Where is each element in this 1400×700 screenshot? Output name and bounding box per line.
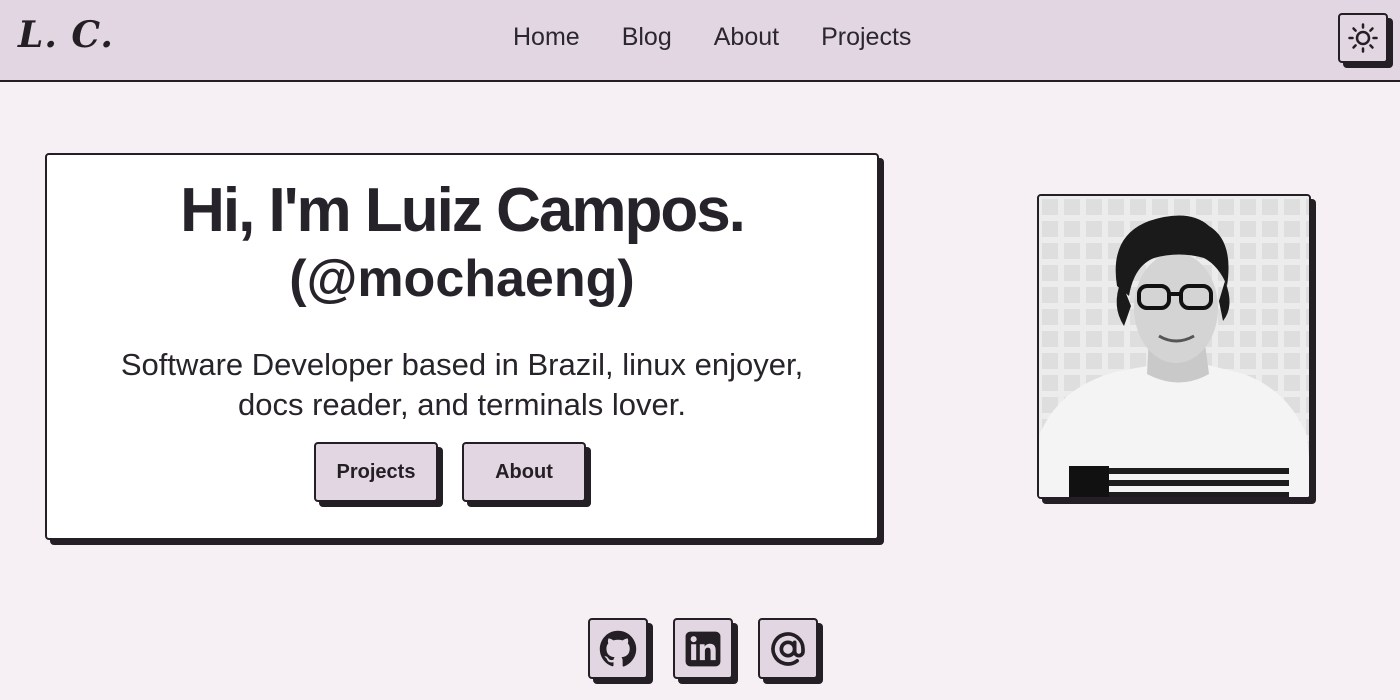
nav-projects[interactable]: Projects: [800, 22, 932, 52]
sun-icon: [1348, 23, 1378, 53]
hero-buttons: Projects About: [47, 442, 877, 502]
main-nav: Home Blog About Projects: [492, 22, 932, 52]
hero-card: Hi, I'm Luiz Campos. (@mochaeng) Softwar…: [45, 153, 879, 540]
site-logo[interactable]: L. C.: [18, 14, 114, 56]
github-link[interactable]: [588, 618, 648, 679]
nav-about[interactable]: About: [693, 22, 800, 52]
hero-handle: (@mochaeng): [289, 250, 635, 308]
hero-title: Hi, I'm Luiz Campos.: [180, 176, 746, 245]
nav-blog[interactable]: Blog: [601, 22, 693, 52]
about-button[interactable]: About: [462, 442, 586, 502]
email-link[interactable]: [758, 618, 818, 679]
profile-photo: [1037, 194, 1311, 499]
email-at-icon: [771, 631, 805, 666]
nav-home[interactable]: Home: [492, 22, 601, 52]
linkedin-link[interactable]: [673, 618, 733, 679]
theme-toggle-button[interactable]: [1338, 13, 1388, 63]
site-header: L. C. Home Blog About Projects: [0, 0, 1400, 82]
social-links: [588, 618, 818, 679]
projects-button[interactable]: Projects: [314, 442, 438, 502]
linkedin-icon: [685, 631, 721, 666]
github-icon: [599, 630, 637, 667]
hero-description: Software Developer based in Brazil, linu…: [120, 347, 804, 422]
